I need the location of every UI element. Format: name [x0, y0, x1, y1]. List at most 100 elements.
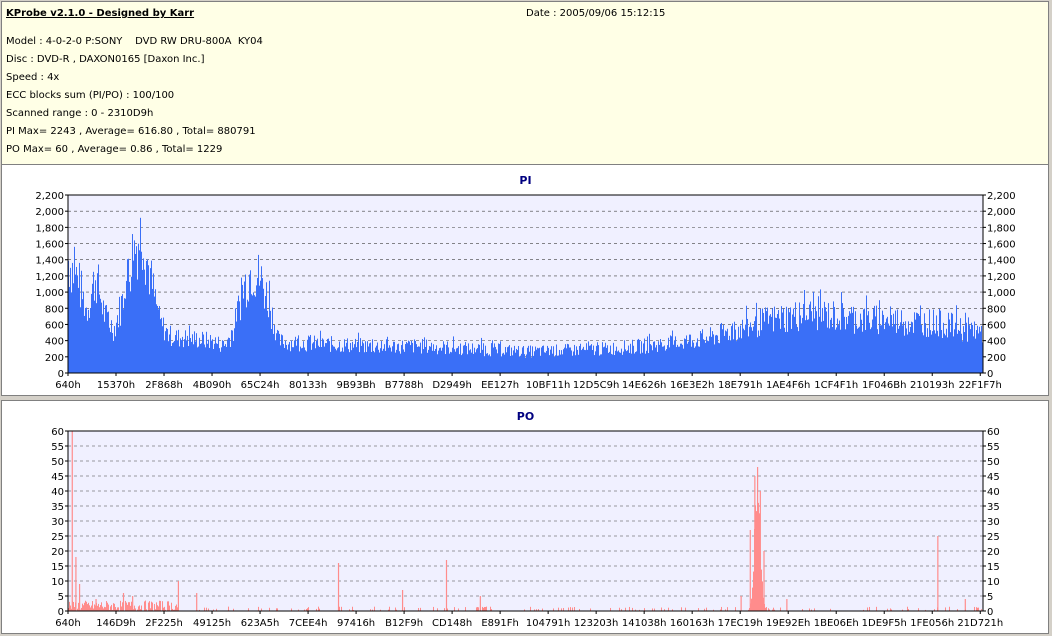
pi-bar [127, 259, 128, 373]
po-bar [867, 607, 868, 611]
pi-bar [895, 310, 896, 373]
x-tick-label: 17EC19h [718, 618, 763, 629]
pi-bar [617, 351, 618, 373]
pi-bar [765, 307, 766, 373]
pi-bar [300, 346, 301, 373]
pi-bar [128, 258, 129, 373]
pi-bar [250, 270, 251, 373]
pi-bar [755, 316, 756, 373]
pi-bar [796, 324, 797, 373]
pi-bar [154, 296, 155, 373]
pi-bar [530, 345, 531, 373]
pi-bar [929, 309, 930, 373]
pi-bar [111, 320, 112, 373]
pi-bar [246, 307, 247, 373]
pi-bar [144, 269, 145, 373]
pi-bar [635, 352, 636, 373]
po-bar [139, 605, 140, 611]
y-tick-label-left: 2,000 [35, 207, 64, 218]
y-tick-label-left: 800 [45, 304, 64, 315]
pi-bar [528, 345, 529, 373]
pi-bar [221, 347, 222, 373]
pi-bar [440, 347, 441, 373]
pi-bar [233, 340, 234, 373]
po-bar [108, 604, 109, 611]
po-bar [122, 602, 123, 611]
po-bar [762, 581, 763, 611]
y-tick-label-right: 600 [987, 320, 1006, 331]
po-bar [485, 607, 486, 611]
pi-bar [174, 340, 175, 373]
pi-bar [692, 340, 693, 373]
pi-bar [209, 347, 210, 373]
po-bar [131, 601, 132, 611]
pi-bar [126, 280, 127, 373]
pi-bar [797, 327, 798, 373]
pi-bar [329, 341, 330, 373]
pi-bar [345, 346, 346, 373]
pi-bar [821, 321, 822, 373]
pi-bar [753, 326, 754, 373]
pi-bar [596, 345, 597, 373]
pi-bar [308, 335, 309, 373]
pi-bar [350, 342, 351, 373]
pi-bar [951, 312, 952, 373]
pi-bar [866, 295, 867, 373]
pi-bar [145, 284, 146, 373]
pi-bar [249, 274, 250, 373]
pi-bar [477, 348, 478, 373]
po-bar [176, 604, 177, 611]
pi-bar [348, 349, 349, 373]
pi-bar [194, 331, 195, 373]
pi-bar [682, 344, 683, 373]
pi-bar [458, 346, 459, 373]
pi-bar [401, 345, 402, 373]
pi-bar [917, 313, 918, 373]
pi-bar [584, 349, 585, 373]
pi-bar [223, 340, 224, 373]
pi-bar [219, 348, 220, 373]
pi-bar [115, 336, 116, 373]
pi-bar [637, 339, 638, 373]
pi-bar [159, 306, 160, 373]
pi-bar [800, 315, 801, 373]
pi-bar [871, 327, 872, 373]
pi-bar [691, 346, 692, 373]
pi-bar [651, 345, 652, 373]
x-tick-label: 141038h [622, 618, 667, 629]
pi-bar [597, 342, 598, 373]
pi-bar [242, 284, 243, 373]
pi-bar [582, 348, 583, 373]
pi-bar [773, 331, 774, 373]
pi-bar [326, 343, 327, 373]
y-tick-label-left: 1,400 [35, 256, 64, 267]
po-bar [92, 601, 93, 611]
pi-bar [379, 352, 380, 373]
po-spike [196, 593, 198, 611]
po-bar [97, 605, 98, 611]
pi-bar [740, 325, 741, 373]
pi-bar [165, 331, 166, 373]
po-chart: PO0 05 510 1015 1520 2025 2530 3035 3540 4045 4550… [51, 410, 1003, 629]
pi-bar [288, 344, 289, 373]
pi-bar [385, 350, 386, 373]
pi-bar [428, 349, 429, 373]
y-tick-label-right: 1,600 [987, 240, 1016, 251]
pi-bar [211, 340, 212, 373]
pi-bar [292, 347, 293, 373]
pi-bar [610, 345, 611, 373]
pi-bar [241, 277, 242, 373]
pi-bar [694, 347, 695, 373]
x-tick-label: 16E3E2h [670, 380, 714, 391]
pi-bar [446, 344, 447, 373]
pi-bar [406, 341, 407, 373]
po-spike [763, 551, 765, 611]
pi-bar [662, 346, 663, 373]
pi-bar [253, 292, 254, 373]
po-bar [113, 603, 114, 611]
pi-bar [896, 332, 897, 373]
po-bar [907, 606, 908, 611]
pi-bar [857, 328, 858, 373]
pi-bar [397, 344, 398, 373]
pi-bar [237, 301, 238, 373]
